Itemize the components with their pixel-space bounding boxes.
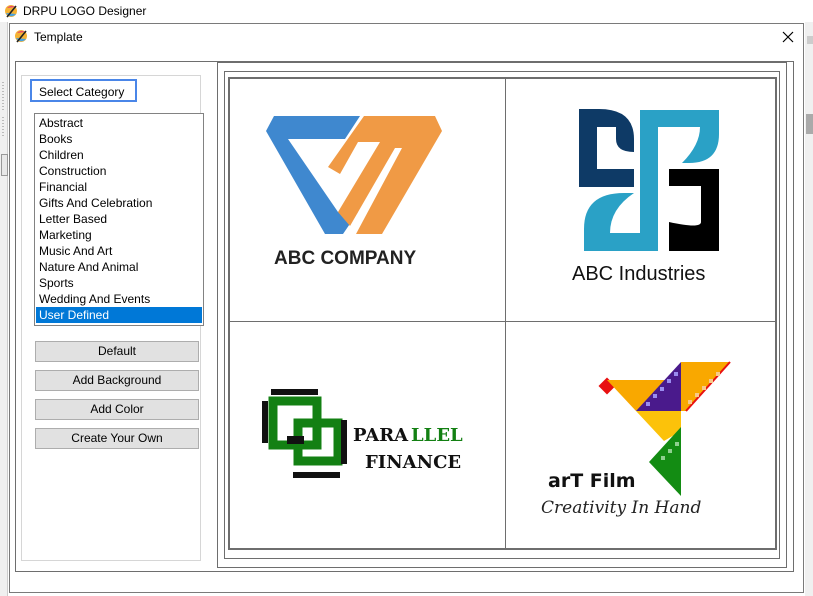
scrollbar-arrow[interactable]	[807, 36, 813, 44]
category-item[interactable]: Financial	[36, 179, 202, 195]
template-parallel-finance[interactable]: PARA LLEL FINANCE	[230, 322, 506, 548]
template-title-part1: PARA	[353, 425, 409, 446]
close-icon	[782, 31, 794, 43]
category-group: Select Category Abstract Books Children …	[21, 75, 204, 561]
template-title-line2: FINANCE	[365, 452, 461, 473]
dialog-logo-icon	[15, 30, 27, 43]
template-title: arT Film	[548, 470, 636, 492]
category-item[interactable]: Books	[36, 131, 202, 147]
template-grid: ABC COMPANY ABC Industries PARA LLEL FIN…	[228, 77, 777, 550]
category-item[interactable]: Gifts And Celebration	[36, 195, 202, 211]
parallel-finance-logo: PARA LLEL FINANCE	[262, 389, 463, 478]
template-title-part2: LLEL	[411, 425, 463, 446]
template-abc-industries[interactable]: ABC Industries	[506, 79, 775, 322]
splitter-grip[interactable]	[2, 117, 4, 137]
category-item[interactable]: Wedding And Events	[36, 291, 202, 307]
scrollbar-thumb[interactable]	[806, 114, 813, 134]
category-item[interactable]: Children	[36, 147, 202, 163]
template-title: ABC COMPANY	[274, 248, 416, 269]
category-list[interactable]: Abstract Books Children Construction Fin…	[34, 113, 204, 326]
art-film-logo: arT Film Creativity In Hand	[541, 361, 731, 518]
add-color-button[interactable]: Add Color	[35, 399, 199, 420]
template-title: ABC Industries	[572, 263, 705, 285]
template-preview-frame: ABC COMPANY ABC Industries PARA LLEL FIN…	[224, 71, 780, 559]
category-item[interactable]: Sports	[36, 275, 202, 291]
category-item[interactable]: Construction	[36, 163, 202, 179]
close-button[interactable]	[773, 24, 803, 50]
scrollbar-thumb[interactable]	[1, 154, 8, 176]
create-your-own-button[interactable]: Create Your Own	[35, 428, 199, 449]
dialog-title: Template	[34, 30, 83, 44]
template-art-film[interactable]: arT Film Creativity In Hand	[506, 322, 775, 548]
dialog-body: Select Category Abstract Books Children …	[15, 61, 794, 572]
app-title: DRPU LOGO Designer	[23, 4, 147, 18]
template-abc-company[interactable]: ABC COMPANY	[230, 79, 506, 322]
template-tagline: Creativity In Hand	[541, 498, 701, 518]
background-scrollbar[interactable]	[805, 22, 813, 596]
category-item[interactable]: Abstract	[36, 115, 202, 131]
main-window-titlebar: DRPU LOGO Designer	[0, 0, 813, 22]
background-left-panel	[0, 22, 8, 596]
category-item[interactable]: Nature And Animal	[36, 259, 202, 275]
abc-industries-logo: ABC Industries	[572, 109, 719, 285]
add-background-button[interactable]: Add Background	[35, 370, 199, 391]
template-preview-panel: ABC COMPANY ABC Industries PARA LLEL FIN…	[217, 62, 787, 568]
category-item[interactable]: Music And Art	[36, 243, 202, 259]
category-item-selected[interactable]: User Defined	[36, 307, 202, 323]
splitter-grip[interactable]	[2, 82, 4, 112]
category-item[interactable]: Letter Based	[36, 211, 202, 227]
abc-company-logo: ABC COMPANY	[266, 116, 442, 269]
category-item[interactable]: Marketing	[36, 227, 202, 243]
default-button[interactable]: Default	[35, 341, 199, 362]
template-dialog: Template Select Category Abstract Books …	[9, 23, 804, 593]
select-category-label: Select Category	[30, 79, 137, 102]
app-logo-icon	[5, 5, 17, 18]
